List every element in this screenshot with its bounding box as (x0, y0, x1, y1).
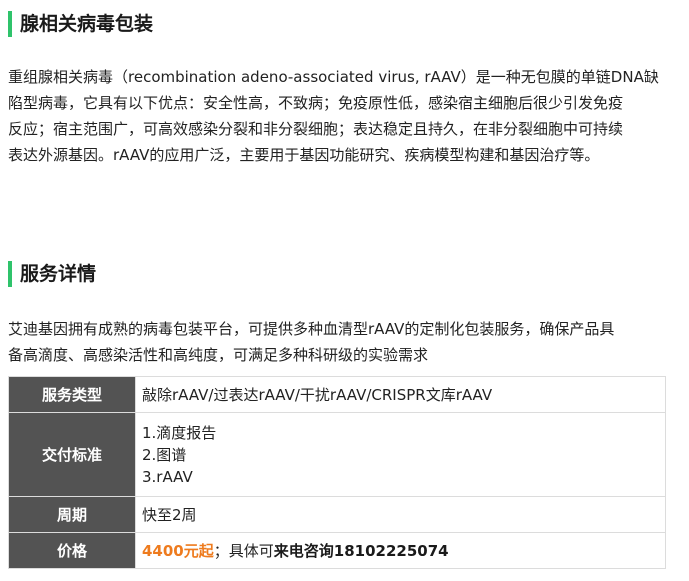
table-row-period: 周期 快至2周 (8, 496, 666, 533)
period-label: 周期 (8, 496, 136, 533)
delivery-item: 1.滴度报告 (142, 423, 217, 442)
service-paragraph: 艾迪基因拥有成熟的病毒包装平台，可提供多种血清型rAAV的定制化包装服务，确保产… (8, 316, 676, 368)
service-type-value: 敲除rAAV/过表达rAAV/干扰rAAV/CRISPR文库rAAV (135, 376, 666, 413)
delivery-item: 2.图谱 (142, 445, 187, 464)
price-separator: ；具体可 (213, 542, 274, 560)
table-row-service-type: 服务类型 敲除rAAV/过表达rAAV/干扰rAAV/CRISPR文库rAAV (8, 376, 666, 413)
intro-paragraph: 重组腺相关病毒（recombination adeno-associated v… (8, 64, 676, 168)
period-value: 快至2周 (135, 496, 666, 533)
service-table: 服务类型 敲除rAAV/过表达rAAV/干扰rAAV/CRISPR文库rAAV … (8, 376, 666, 569)
intro-line: 表达外源基因。rAAV的应用广泛，主要用于基因功能研究、疾病模型构建和基因治疗等… (8, 146, 600, 164)
service-type-label: 服务类型 (8, 376, 136, 413)
table-row-delivery: 交付标准 1.滴度报告 2.图谱 3.rAAV (8, 412, 666, 497)
intro-line: 陷型病毒，它具有以下优点：安全性高，不致病；免疫原性低，感染宿主细胞后很少引发免… (8, 94, 624, 112)
section-title-service-details: 服务详情 (8, 261, 96, 287)
delivery-label: 交付标准 (8, 412, 136, 497)
intro-line: 重组腺相关病毒（recombination adeno-associated v… (8, 68, 659, 86)
service-line: 艾迪基因拥有成熟的病毒包装平台，可提供多种血清型rAAV的定制化包装服务，确保产… (8, 320, 615, 338)
intro-line: 反应；宿主范围广，可高效感染分裂和非分裂细胞；表达稳定且持久，在非分裂细胞中可持… (8, 120, 624, 138)
price-value: 4400元起；具体可来电咨询18102225074 (135, 532, 666, 569)
delivery-item: 3.rAAV (142, 467, 193, 486)
delivery-value: 1.滴度报告 2.图谱 3.rAAV (135, 412, 666, 497)
price-contact: 来电咨询18102225074 (273, 542, 449, 560)
table-row-price: 价格 4400元起；具体可来电咨询18102225074 (8, 532, 666, 569)
service-line: 备高滴度、高感染活性和高纯度，可满足多种科研级的实验需求 (8, 346, 429, 364)
section-title-raav-packaging: 腺相关病毒包装 (8, 11, 153, 37)
price-amount: 4400元起 (142, 542, 214, 560)
price-label: 价格 (8, 532, 136, 569)
